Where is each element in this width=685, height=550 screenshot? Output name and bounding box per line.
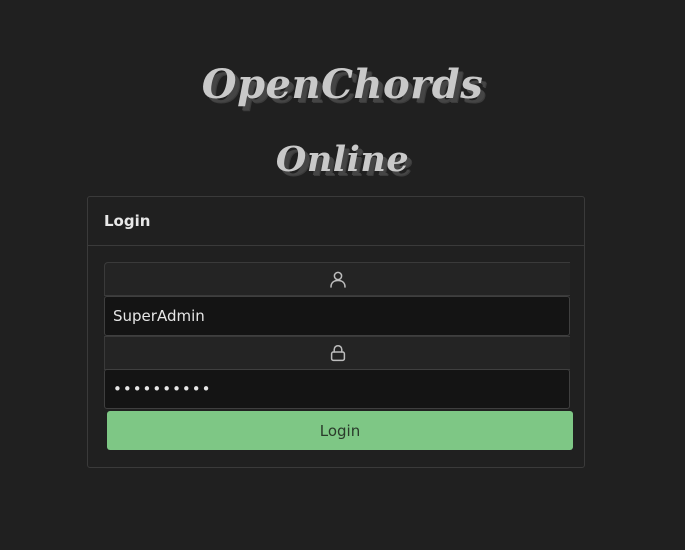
lock-icon bbox=[330, 345, 345, 362]
login-card-title: Login bbox=[104, 212, 151, 230]
login-card-header: Login bbox=[88, 197, 584, 246]
password-addon bbox=[104, 336, 570, 370]
password-input[interactable] bbox=[104, 369, 570, 409]
user-icon bbox=[329, 271, 346, 288]
login-card: Login Login bbox=[87, 196, 585, 468]
login-button[interactable]: Login bbox=[107, 411, 573, 450]
username-addon bbox=[104, 262, 570, 296]
app-title-line-2: Online bbox=[275, 139, 410, 180]
app-title-line-1: OpenChords bbox=[201, 61, 484, 108]
username-input[interactable] bbox=[104, 296, 570, 336]
